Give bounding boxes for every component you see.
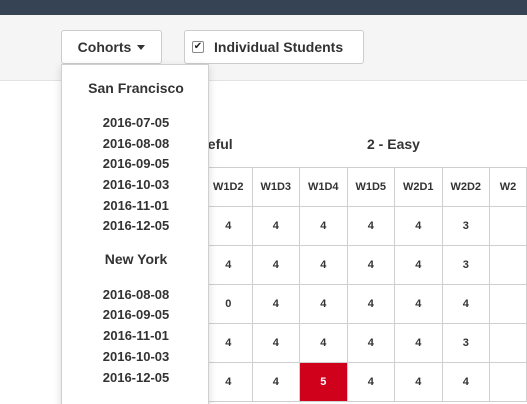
column-header[interactable]: W2 — [489, 167, 527, 207]
table-row: 4 4 4 4 4 3 — [204, 206, 527, 246]
individual-students-toggle[interactable]: ✔ Individual Students — [184, 30, 364, 64]
scores-grid: W1D2 W1D3 W1D4 W1D5 W2D1 W2D2 W2 4 4 4 4… — [204, 167, 527, 402]
score-cell[interactable]: 4 — [346, 284, 395, 324]
score-cell[interactable]: 4 — [394, 323, 443, 363]
score-cell[interactable]: 4 — [346, 323, 395, 363]
cohort-option[interactable]: 2016-10-03 — [62, 177, 210, 192]
score-cell[interactable]: 4 — [441, 284, 490, 324]
score-cell[interactable]: 4 — [251, 245, 300, 285]
cohort-option[interactable]: 2016-12-05 — [62, 370, 210, 385]
column-header[interactable]: W2D1 — [394, 167, 443, 207]
grid-header-row: W1D2 W1D3 W1D4 W1D5 W2D1 W2D2 W2 — [204, 167, 527, 207]
score-cell[interactable]: 4 — [299, 245, 348, 285]
score-cell[interactable] — [489, 362, 527, 402]
score-cell[interactable] — [489, 323, 527, 363]
score-cell[interactable]: 4 — [251, 206, 300, 246]
score-cell[interactable]: 4 — [251, 323, 300, 363]
individual-students-checkbox[interactable]: ✔ — [192, 41, 204, 53]
score-cell[interactable]: 4 — [394, 284, 443, 324]
table-row: 4 4 5 4 4 4 — [204, 362, 527, 402]
score-cell[interactable]: 4 — [394, 245, 443, 285]
score-cell[interactable]: 0 — [204, 284, 253, 324]
cohort-option[interactable]: 2016-09-05 — [62, 307, 210, 322]
score-cell[interactable]: 4 — [299, 206, 348, 246]
score-cell[interactable]: 4 — [346, 245, 395, 285]
cohort-option[interactable]: 2016-08-08 — [62, 287, 210, 302]
score-cell[interactable]: 4 — [204, 245, 253, 285]
individual-students-label: Individual Students — [214, 39, 344, 55]
top-nav-bar — [0, 0, 527, 15]
score-cell[interactable]: 4 — [251, 362, 300, 402]
score-cell[interactable]: 4 — [251, 284, 300, 324]
score-cell[interactable]: 3 — [441, 323, 490, 363]
cohorts-dropdown-button[interactable]: Cohorts — [61, 30, 162, 64]
score-cell[interactable] — [489, 206, 527, 246]
score-cell[interactable]: 4 — [441, 362, 490, 402]
cohorts-dropdown-menu: San Francisco 2016-07-05 2016-08-08 2016… — [61, 64, 209, 404]
dropdown-group-header-new-york: New York — [104, 251, 168, 267]
table-row: 4 4 4 4 4 3 — [204, 323, 527, 363]
score-cell[interactable]: 4 — [204, 362, 253, 402]
table-row: 4 4 4 4 4 3 — [204, 245, 527, 285]
dropdown-group-header-san-francisco: San Francisco — [88, 80, 184, 96]
caret-down-icon — [137, 45, 146, 50]
column-header[interactable]: W1D4 — [299, 167, 348, 207]
score-cell[interactable]: 4 — [204, 323, 253, 363]
cohort-option[interactable]: 2016-12-05 — [62, 218, 210, 233]
score-cell-highlighted[interactable]: 5 — [299, 362, 348, 402]
cohorts-button-label: Cohorts — [77, 39, 132, 55]
score-cell[interactable]: 4 — [394, 362, 443, 402]
cohort-option[interactable]: 2016-09-05 — [62, 156, 210, 171]
score-cell[interactable]: 4 — [299, 284, 348, 324]
score-cell[interactable] — [489, 245, 527, 285]
column-header[interactable]: W1D3 — [251, 167, 300, 207]
column-header[interactable]: W1D2 — [204, 167, 253, 207]
score-cell[interactable] — [489, 284, 527, 324]
score-cell[interactable]: 3 — [441, 245, 490, 285]
cohort-option[interactable]: 2016-07-05 — [62, 115, 210, 130]
cohort-option[interactable]: 2016-10-03 — [62, 349, 210, 364]
score-cell[interactable]: 3 — [441, 206, 490, 246]
score-cell[interactable]: 4 — [299, 323, 348, 363]
score-cell[interactable]: 4 — [346, 206, 395, 246]
cohort-option[interactable]: 2016-08-08 — [62, 136, 210, 151]
score-cell[interactable]: 4 — [204, 206, 253, 246]
column-header[interactable]: W2D2 — [441, 167, 490, 207]
cohort-option[interactable]: 2016-11-01 — [62, 328, 210, 343]
column-header[interactable]: W1D5 — [346, 167, 395, 207]
table-row: 0 4 4 4 4 4 — [204, 284, 527, 324]
score-cell[interactable]: 4 — [394, 206, 443, 246]
difficulty-group-label: 2 - Easy — [367, 136, 420, 152]
cohort-option[interactable]: 2016-11-01 — [62, 198, 210, 213]
score-cell[interactable]: 4 — [346, 362, 395, 402]
